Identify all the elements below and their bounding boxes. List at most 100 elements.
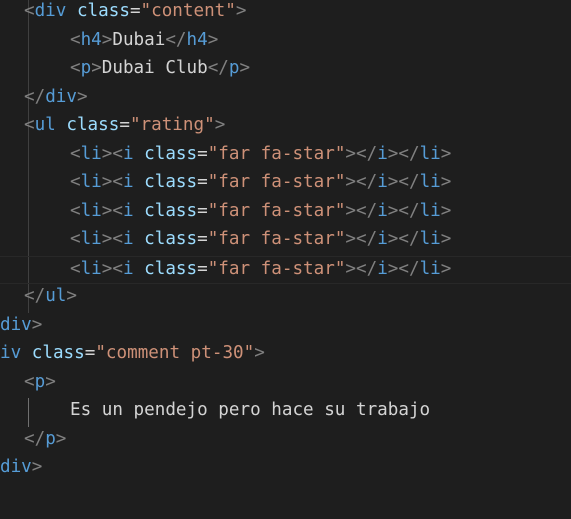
code-token: "far fa-star" bbox=[207, 200, 346, 221]
code-token: li bbox=[419, 172, 441, 192]
code-token: < bbox=[70, 172, 81, 192]
code-line[interactable]: <h4>Dubai</h4> bbox=[0, 28, 571, 57]
code-token: = bbox=[197, 143, 208, 164]
code-token: div bbox=[45, 86, 77, 107]
code-token: > bbox=[45, 371, 56, 392]
code-token: > bbox=[31, 314, 43, 335]
code-token: ></ bbox=[387, 143, 420, 164]
code-token: i bbox=[377, 143, 388, 164]
code-token: i bbox=[122, 143, 134, 164]
code-token: > bbox=[239, 58, 251, 78]
code-token: class bbox=[144, 172, 198, 192]
code-token: = bbox=[129, 1, 141, 21]
code-token: ></ bbox=[345, 258, 378, 279]
code-token: class bbox=[66, 115, 120, 135]
code-token: > bbox=[440, 143, 452, 164]
code-line[interactable]: <ul class="rating"> bbox=[0, 113, 571, 142]
code-token: = bbox=[197, 229, 208, 249]
code-token: div bbox=[34, 1, 67, 21]
code-token: ></ bbox=[387, 172, 420, 192]
code-line[interactable]: <li><i class="far fa-star"></i></li> bbox=[0, 199, 571, 228]
code-token: < bbox=[24, 371, 35, 392]
code-token: > bbox=[76, 86, 88, 107]
code-token: > bbox=[440, 172, 452, 192]
code-token: "far fa-star" bbox=[207, 258, 346, 279]
code-line[interactable]: <li><i class="far fa-star"></i></li> bbox=[0, 170, 571, 199]
code-token: ></ bbox=[387, 229, 420, 249]
code-token: li bbox=[80, 172, 102, 192]
code-line[interactable]: </p> bbox=[0, 427, 571, 456]
code-line[interactable]: <p> bbox=[0, 370, 571, 399]
code-token: class bbox=[144, 258, 198, 279]
code-token: >< bbox=[101, 200, 123, 221]
code-line[interactable]: <p>Dubai Club</p> bbox=[0, 56, 571, 85]
code-token: li bbox=[419, 229, 441, 249]
code-token: Dubai Club bbox=[101, 58, 208, 78]
code-line[interactable]: <li><i class="far fa-star"></i></li> bbox=[0, 255, 571, 284]
code-token: </ bbox=[24, 428, 46, 449]
code-line[interactable]: <li><i class="far fa-star"></i></li> bbox=[0, 227, 571, 256]
code-token: ul bbox=[34, 115, 56, 135]
code-token: li bbox=[80, 143, 102, 164]
code-token: i bbox=[122, 229, 134, 249]
code-line[interactable]: div> bbox=[0, 313, 571, 342]
code-token: > bbox=[440, 200, 452, 221]
code-line[interactable]: </ul> bbox=[0, 284, 571, 313]
code-line[interactable]: Es un pendejo pero hace su trabajo bbox=[0, 398, 571, 427]
code-token: p bbox=[45, 428, 56, 449]
code-editor[interactable]: <div class="content"> <h4>Dubai</h4> <p>Du… bbox=[0, 0, 571, 519]
code-token: p bbox=[228, 58, 240, 78]
code-line[interactable]: div> bbox=[0, 455, 571, 484]
code-token: div bbox=[0, 314, 32, 335]
code-token: i bbox=[377, 172, 388, 192]
code-token: class bbox=[31, 343, 85, 363]
code-token: </ bbox=[24, 286, 46, 306]
code-token: ></ bbox=[387, 258, 420, 279]
code-token: < bbox=[24, 1, 35, 21]
code-token: i bbox=[122, 200, 134, 221]
code-token: ></ bbox=[387, 200, 420, 221]
code-token: p bbox=[80, 58, 92, 78]
code-token: > bbox=[254, 343, 265, 363]
code-token: > bbox=[440, 258, 452, 279]
code-token: li bbox=[419, 258, 441, 279]
code-token: i bbox=[377, 200, 388, 221]
code-line[interactable]: iv class="comment pt-30"> bbox=[0, 341, 571, 370]
code-token: h4 bbox=[80, 29, 102, 50]
code-token: ></ bbox=[345, 200, 378, 221]
code-token: li bbox=[419, 200, 441, 221]
code-token: i bbox=[377, 258, 388, 279]
code-token: class bbox=[144, 143, 198, 164]
code-line[interactable]: </div> bbox=[0, 85, 571, 114]
code-token: < bbox=[70, 200, 81, 221]
code-token: < bbox=[70, 143, 81, 164]
code-token: = bbox=[197, 258, 208, 279]
code-token: > bbox=[66, 286, 77, 306]
code-token: div bbox=[0, 457, 32, 477]
code-token: > bbox=[214, 115, 226, 135]
code-token: i bbox=[377, 229, 388, 249]
code-line[interactable]: <li><i class="far fa-star"></i></li> bbox=[0, 142, 571, 171]
code-token: < bbox=[24, 115, 35, 135]
code-token: </ bbox=[165, 29, 187, 50]
code-token: < bbox=[70, 229, 81, 249]
code-line[interactable]: <div class="content"> bbox=[0, 0, 571, 28]
code-token: ></ bbox=[345, 229, 378, 249]
code-token: > bbox=[207, 29, 219, 50]
code-token: > bbox=[440, 229, 452, 249]
code-token: li bbox=[80, 200, 102, 221]
code-token: i bbox=[122, 258, 134, 279]
code-token: "far fa-star" bbox=[207, 172, 346, 192]
code-token: Dubai bbox=[112, 29, 166, 50]
code-token: = bbox=[197, 172, 208, 192]
code-token: ></ bbox=[345, 172, 378, 192]
code-token: class bbox=[144, 229, 198, 249]
code-token: li bbox=[80, 229, 102, 249]
code-token: p bbox=[34, 371, 46, 392]
code-token: < bbox=[70, 258, 81, 279]
